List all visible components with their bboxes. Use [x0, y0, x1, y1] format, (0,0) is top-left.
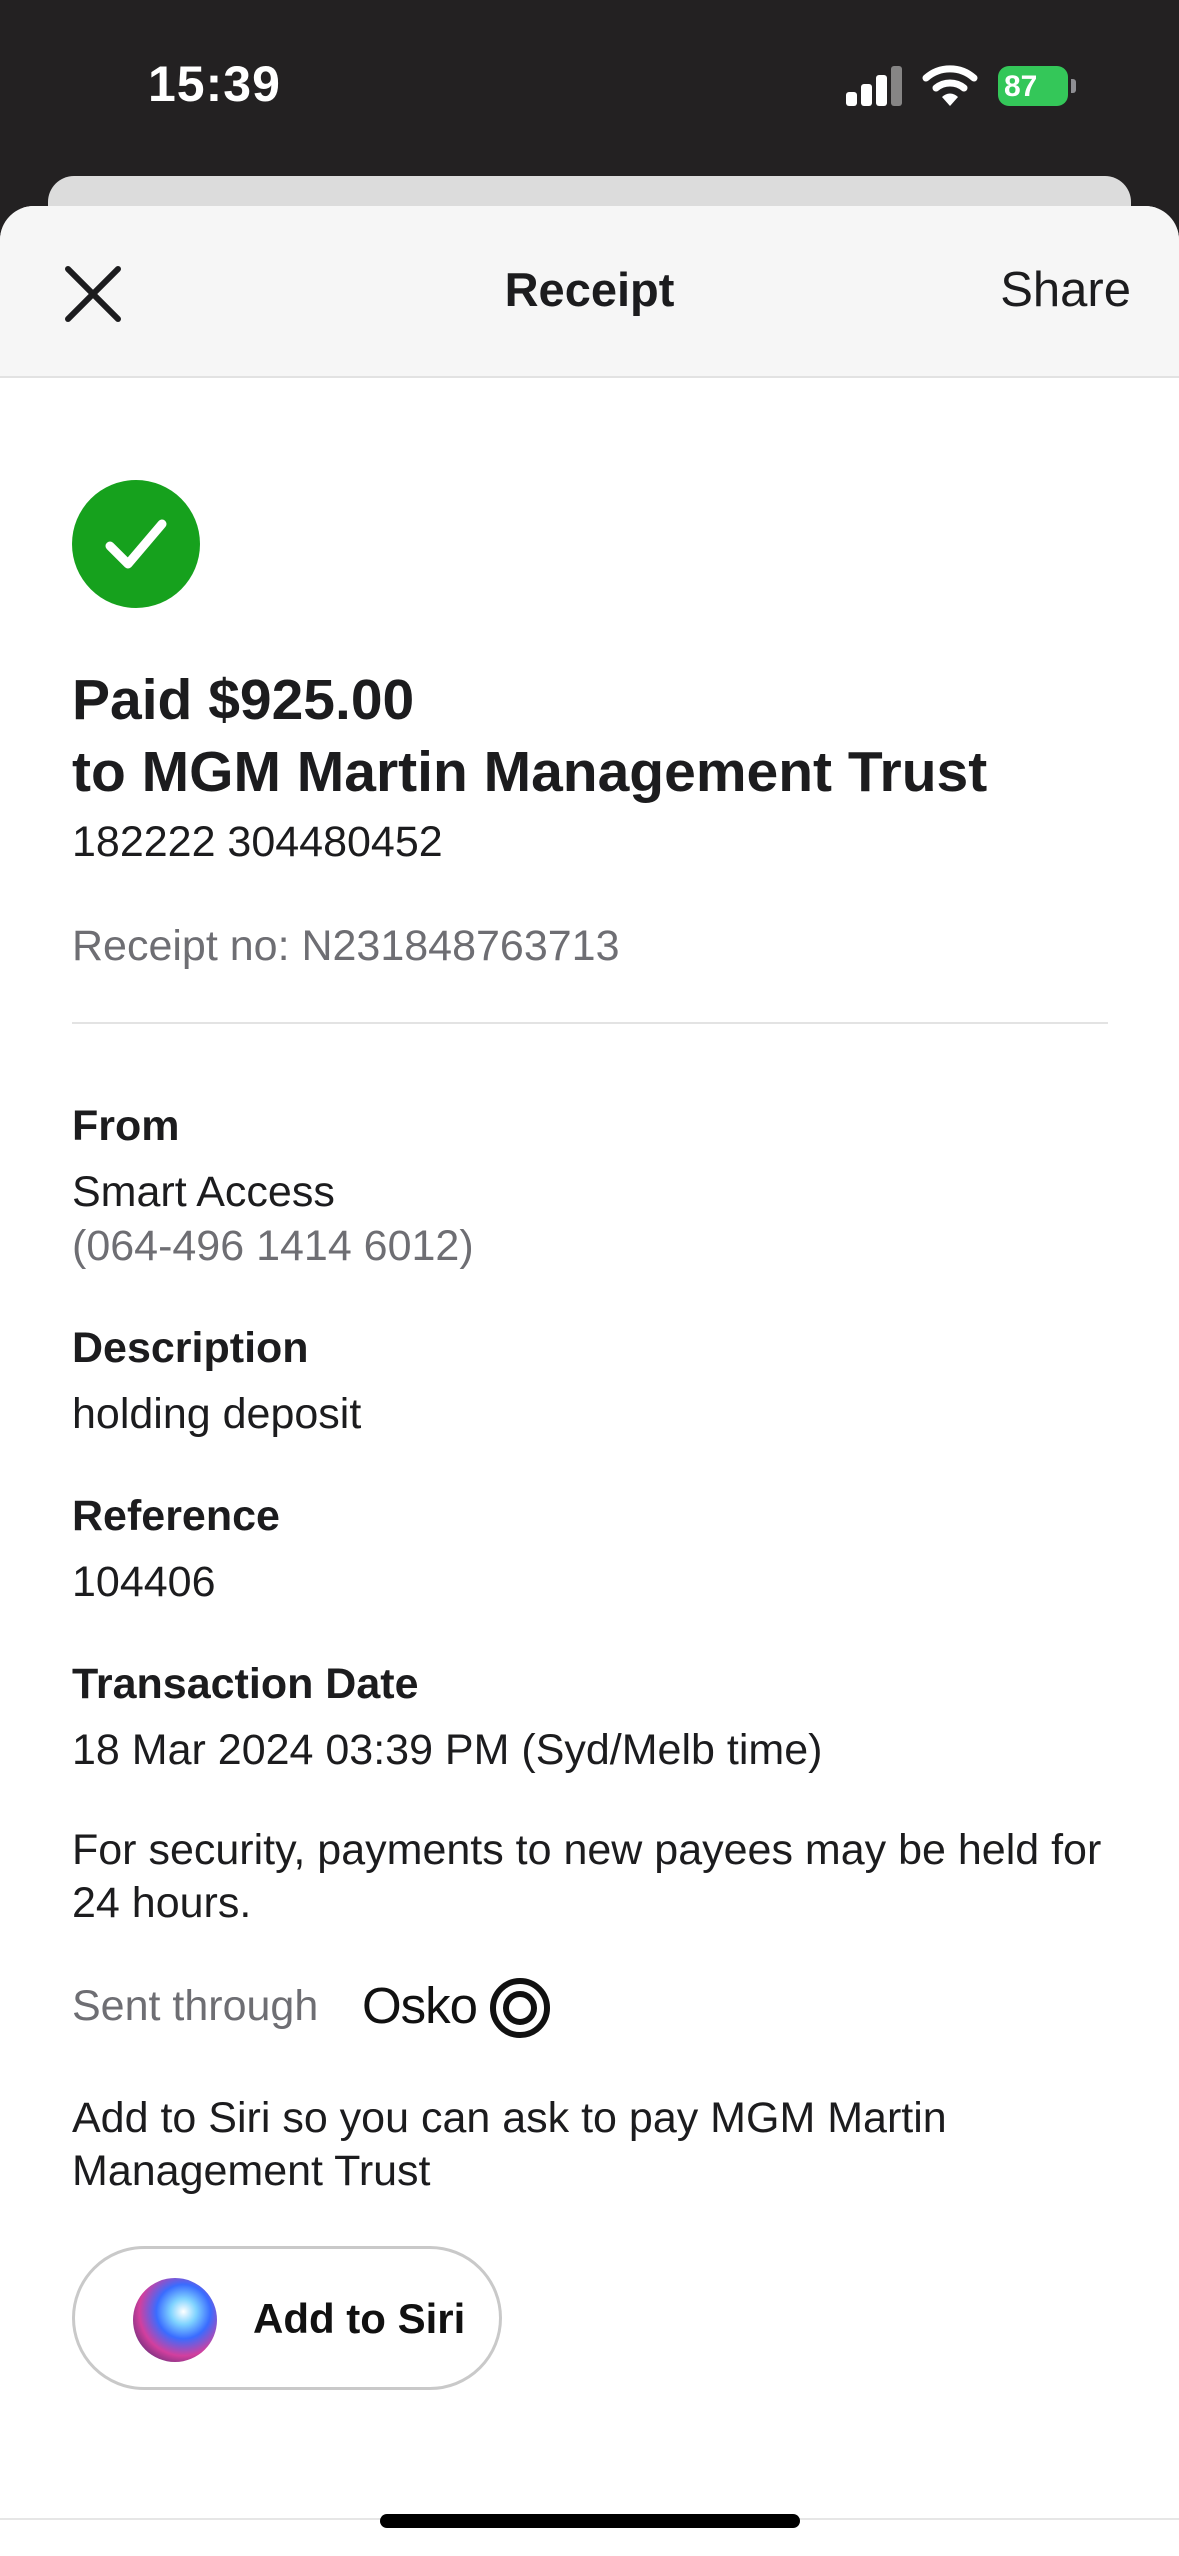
success-badge: [72, 480, 200, 608]
reference-value: 104406: [72, 1558, 216, 1606]
status-bar: 15:39 87: [0, 0, 1179, 176]
osko-brand: Osko: [362, 1977, 478, 2034]
paid-amount: Paid $925.00: [72, 668, 415, 732]
reference-label: Reference: [72, 1492, 280, 1540]
description-label: Description: [72, 1324, 309, 1372]
battery-charging-icon: 87: [998, 66, 1076, 106]
transaction-date-value: 18 Mar 2024 03:39 PM (Syd/Melb time): [72, 1726, 823, 1774]
security-notice: For security, payments to new payees may…: [72, 1826, 1102, 1927]
battery-level: 87: [1004, 70, 1038, 103]
from-account: Smart Access: [72, 1168, 335, 1216]
home-indicator[interactable]: [380, 2514, 800, 2528]
payee-account: 182222 304480452: [72, 818, 443, 866]
siri-icon: [133, 2278, 217, 2362]
osko-logo-icon: [490, 1978, 550, 2038]
from-label: From: [72, 1102, 180, 1150]
wifi-icon: [922, 65, 978, 106]
add-to-siri-label: Add to Siri: [253, 2295, 466, 2342]
payment-summary: Paid $925.00 to MGM Martin Management Tr…: [72, 664, 987, 808]
share-button[interactable]: Share: [1000, 262, 1131, 318]
nav-bar: Receipt Share: [0, 206, 1179, 378]
checkmark-icon: [105, 519, 167, 569]
add-to-siri-button[interactable]: Add to Siri: [72, 2246, 502, 2390]
from-account-number: (064-496 1414 6012): [72, 1222, 474, 1270]
transaction-date-label: Transaction Date: [72, 1660, 419, 1708]
receipt-sheet: Receipt Share Paid $925.00 to MGM Martin…: [0, 206, 1179, 2556]
description-value: holding deposit: [72, 1390, 362, 1438]
receipt-number: Receipt no: N231848763713: [72, 922, 620, 970]
sent-through-label: Sent through: [72, 1982, 319, 2030]
status-time: 15:39: [148, 56, 281, 112]
divider: [72, 1022, 1108, 1024]
siri-prompt: Add to Siri so you can ask to pay MGM Ma…: [72, 2094, 947, 2195]
payee-name: to MGM Martin Management Trust: [72, 740, 988, 804]
signal-icon: [846, 66, 902, 106]
